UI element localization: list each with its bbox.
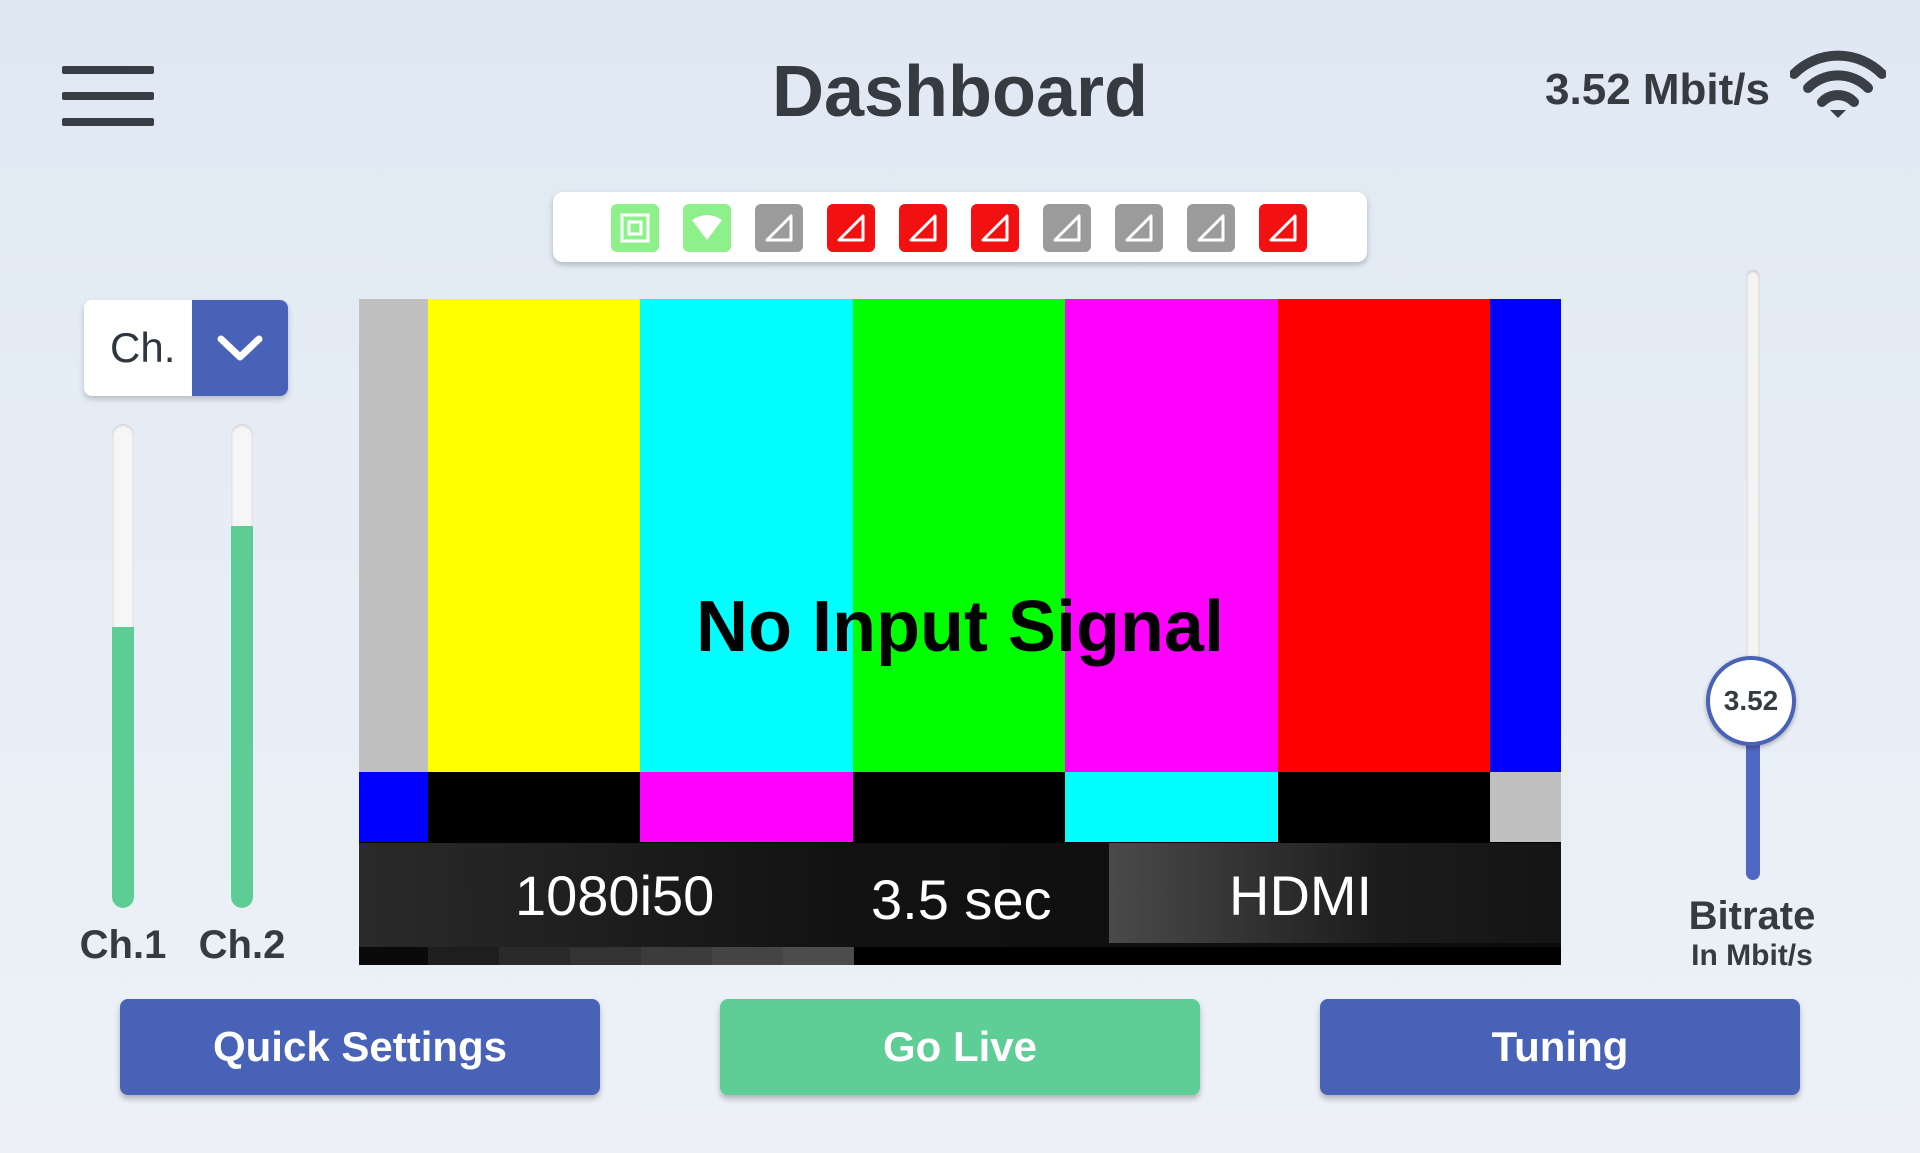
- no-signal-message: No Input Signal: [696, 587, 1224, 667]
- audio-meter-ch1: [112, 424, 134, 908]
- channel-select-value: Ch.: [110, 324, 176, 371]
- audio-meter-label: Ch.2: [198, 923, 286, 967]
- cellular-modem-icon: [755, 204, 803, 252]
- wifi-icon: [1790, 50, 1886, 118]
- color-bars: [359, 299, 1561, 772]
- video-preview: No Input Signal 1080i50 3.5 sec HDMI: [359, 299, 1561, 965]
- ethernet-icon: [611, 204, 659, 252]
- audio-meter-label: Ch.1: [79, 923, 167, 967]
- bitrate-slider-track[interactable]: [1746, 270, 1760, 880]
- channel-select-toggle[interactable]: [192, 300, 288, 396]
- cellular-modem-icon: [1115, 204, 1163, 252]
- audio-meter-ch2: [231, 424, 253, 908]
- cellular-modem-icon: [899, 204, 947, 252]
- bitrate-readout: 3.52 Mbit/s: [1545, 65, 1770, 114]
- bitrate-slider-unit: In Mbit/s: [1691, 939, 1813, 972]
- wifi-icon: [683, 204, 731, 252]
- color-bars-castellation: [359, 772, 1561, 842]
- audio-meter-level: [112, 627, 134, 908]
- stream-info-bar: 1080i50 3.5 sec HDMI: [359, 843, 1561, 947]
- cellular-modem-icon: [1043, 204, 1091, 252]
- bitrate-slider-handle[interactable]: 3.52: [1706, 656, 1796, 746]
- input-source-box: HDMI: [1109, 843, 1561, 943]
- audio-meter-level: [231, 525, 253, 908]
- go-live-button[interactable]: Go Live: [720, 999, 1200, 1095]
- cellular-modem-icon: [1187, 204, 1235, 252]
- bitrate-slider-title: Bitrate: [1688, 894, 1816, 938]
- cellular-modem-icon: [827, 204, 875, 252]
- input-source-readout: HDMI: [1229, 864, 1373, 927]
- chevron-down-icon: [217, 335, 263, 361]
- pluge-bars: [359, 947, 1561, 965]
- connection-status-bar: [553, 192, 1367, 262]
- cellular-modem-icon: [1259, 204, 1307, 252]
- channel-select[interactable]: Ch.: [84, 300, 288, 396]
- quick-settings-button[interactable]: Quick Settings: [120, 999, 600, 1095]
- latency-readout: 3.5 sec: [871, 868, 1052, 931]
- cellular-modem-icon: [971, 204, 1019, 252]
- tuning-button[interactable]: Tuning: [1320, 999, 1800, 1095]
- resolution-readout: 1080i50: [515, 864, 715, 927]
